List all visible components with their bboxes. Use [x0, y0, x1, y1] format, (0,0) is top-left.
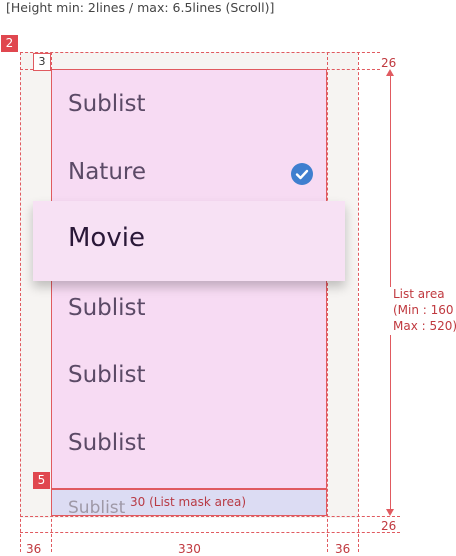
- arrow-down-icon: [386, 509, 394, 516]
- list-area-max: Max : 520): [393, 319, 456, 333]
- width-label: 330: [178, 542, 201, 556]
- spec-caption: [Height min: 2lines / max: 6.5lines (Scr…: [6, 0, 275, 15]
- right-guide: [358, 52, 359, 552]
- list-item-selected[interactable]: Movie: [68, 223, 145, 253]
- callout-badge-5: 5: [33, 472, 50, 489]
- top-guide: [20, 52, 380, 53]
- left-margin-label: 36: [26, 542, 42, 556]
- top-margin-label: 26: [381, 56, 397, 70]
- list-item[interactable]: Sublist: [68, 91, 146, 117]
- right-inner-guide: [327, 52, 328, 552]
- right-margin-label: 36: [335, 542, 351, 556]
- list-item[interactable]: Sublist: [68, 295, 146, 321]
- list-item[interactable]: Sublist: [68, 362, 146, 388]
- callout-badge-3: 3: [33, 53, 51, 71]
- list-item[interactable]: Nature: [68, 159, 146, 185]
- bottom-guide: [20, 532, 400, 533]
- check-circle-icon: [291, 163, 313, 185]
- callout-badge-2: 2: [1, 35, 18, 52]
- mask-area-label: 30 (List mask area): [130, 495, 247, 509]
- list-item[interactable]: Sublist: [68, 430, 146, 456]
- list-area-min: (Min : 160: [393, 303, 454, 317]
- masked-list-item: Sublist: [68, 498, 126, 515]
- arrow-up-icon: [386, 69, 394, 76]
- bottom-margin-label: 26: [381, 519, 397, 533]
- bottom-inner-guide: [20, 516, 400, 517]
- list-area-label: List area: [393, 287, 445, 301]
- left-guide: [20, 52, 21, 552]
